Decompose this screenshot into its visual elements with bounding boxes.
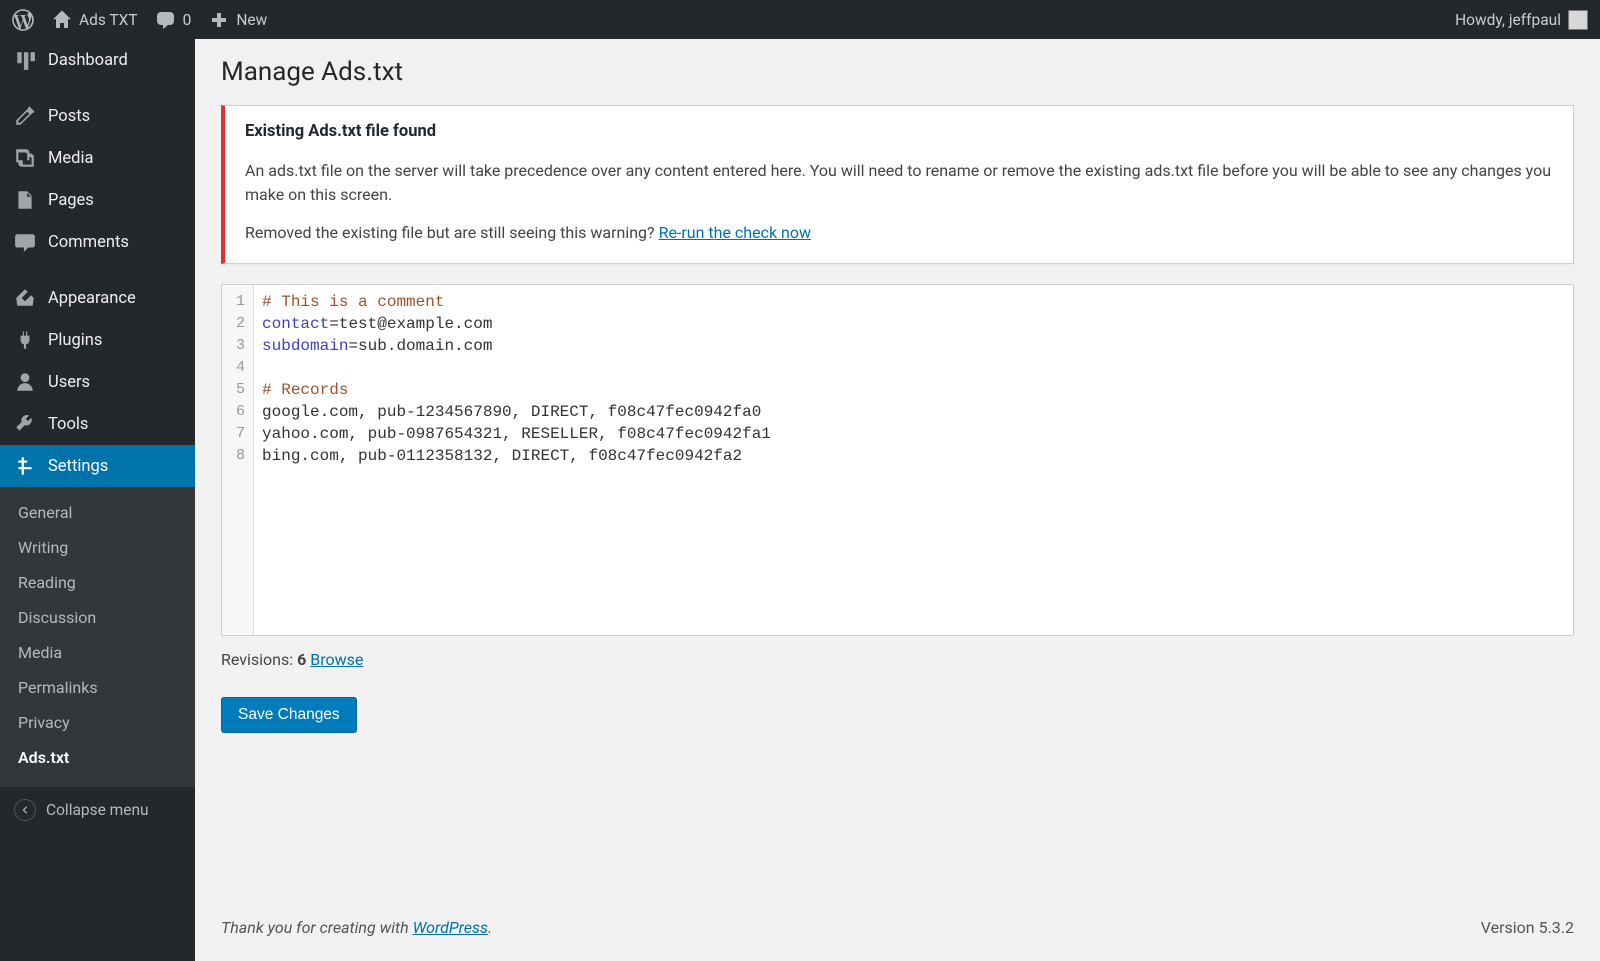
submenu-item[interactable]: Discussion [0, 600, 195, 635]
menu-item-users[interactable]: Users [0, 361, 195, 403]
media-icon [14, 147, 36, 169]
appearance-icon [14, 287, 36, 309]
wpfooter: Thank you for creating with WordPress. V… [195, 900, 1600, 961]
wordpress-icon [12, 9, 34, 31]
settings-icon [14, 455, 36, 477]
menu-label: Pages [48, 191, 94, 210]
collapse-menu[interactable]: Collapse menu [0, 787, 195, 833]
comment-icon [156, 10, 176, 30]
notice-title: Existing Ads.txt file found [245, 120, 1553, 145]
submenu-item[interactable]: Writing [0, 530, 195, 565]
submenu-item[interactable]: Permalinks [0, 670, 195, 705]
dashboard-icon [14, 49, 36, 71]
users-icon [14, 371, 36, 393]
menu-item-comments[interactable]: Comments [0, 221, 195, 263]
menu-item-posts[interactable]: Posts [0, 95, 195, 137]
plus-icon [209, 10, 229, 30]
user-display-name: jeffpaul [1509, 11, 1561, 29]
footer-version: Version 5.3.2 [1481, 918, 1574, 937]
menu-item-appearance[interactable]: Appearance [0, 277, 195, 319]
tools-icon [14, 413, 36, 435]
notice-body: An ads.txt file on the server will take … [245, 159, 1553, 207]
notice-prompt: Removed the existing file but are still … [245, 221, 1553, 245]
menu-item-plugins[interactable]: Plugins [0, 319, 195, 361]
menu-item-tools[interactable]: Tools [0, 403, 195, 445]
code-line: google.com, pub-1234567890, DIRECT, f08c… [262, 401, 1565, 423]
menu-label: Users [48, 373, 90, 392]
pages-icon [14, 189, 36, 211]
menu-item-pages[interactable]: Pages [0, 179, 195, 221]
home-icon [52, 10, 72, 30]
adminbar-right: Howdy, jeffpaul [1455, 10, 1588, 30]
plugins-icon [14, 329, 36, 351]
code-line: subdomain=sub.domain.com [262, 335, 1565, 357]
code-line: contact=test@example.com [262, 313, 1565, 335]
submenu-item[interactable]: Ads.txt [0, 740, 195, 775]
code-line: bing.com, pub-0112358132, DIRECT, f08c47… [262, 445, 1565, 467]
save-button[interactable]: Save Changes [221, 697, 357, 733]
adminbar: Ads TXT 0 New Howdy, jeffpaul [0, 0, 1600, 39]
revisions-row: Revisions: 6 Browse [221, 650, 1574, 669]
submenu-item[interactable]: General [0, 495, 195, 530]
settings-submenu: GeneralWritingReadingDiscussionMediaPerm… [0, 487, 195, 787]
footer-thanks: Thank you for creating with WordPress. [221, 918, 492, 937]
new-content[interactable]: New [209, 10, 267, 30]
menu-label: Media [48, 149, 93, 168]
submenu-item[interactable]: Privacy [0, 705, 195, 740]
comment-count: 0 [183, 11, 192, 29]
rerun-check-link[interactable]: Re-run the check now [659, 223, 811, 242]
site-name: Ads TXT [79, 11, 138, 29]
collapse-label: Collapse menu [46, 801, 149, 819]
menu-item-settings[interactable]: Settings [0, 445, 195, 487]
site-name-link[interactable]: Ads TXT [52, 10, 138, 30]
menu-item-media[interactable]: Media [0, 137, 195, 179]
code-line: yahoo.com, pub-0987654321, RESELLER, f08… [262, 423, 1565, 445]
code-line: # Records [262, 379, 1565, 401]
notice-ads-txt-exists: Existing Ads.txt file found An ads.txt f… [221, 105, 1574, 264]
wp-logo[interactable] [12, 9, 34, 31]
menu-label: Appearance [48, 289, 136, 308]
posts-icon [14, 105, 36, 127]
menu-label: Plugins [48, 331, 102, 350]
collapse-icon [14, 799, 36, 821]
comments-icon [14, 231, 36, 253]
revisions-label: Revisions: [221, 650, 297, 669]
code-line [262, 357, 1565, 379]
comments-link[interactable]: 0 [156, 10, 192, 30]
menu-label: Posts [48, 107, 90, 126]
menu-label: Tools [48, 415, 88, 434]
my-account-link[interactable]: Howdy, jeffpaul [1455, 10, 1588, 30]
line-numbers: 12345678 [222, 285, 254, 635]
howdy-prefix: Howdy, [1455, 11, 1509, 29]
menu-items: Dashboard Posts Media Pages Comments Appearan… [0, 39, 195, 487]
adminbar-left: Ads TXT 0 New [12, 9, 267, 31]
submenu-item[interactable]: Reading [0, 565, 195, 600]
menu-label: Settings [48, 457, 108, 476]
adminmenu: Dashboard Posts Media Pages Comments Appearan… [0, 39, 195, 961]
avatar [1568, 10, 1588, 30]
page-title: Manage Ads.txt [221, 57, 1574, 87]
revisions-count: 6 [297, 650, 306, 669]
revisions-browse-link[interactable]: Browse [310, 650, 363, 669]
wrap: Manage Ads.txt Existing Ads.txt file fou… [195, 39, 1600, 900]
wpcontent: Manage Ads.txt Existing Ads.txt file fou… [195, 0, 1600, 961]
code-line: # This is a comment [262, 291, 1565, 313]
menu-item-dashboard[interactable]: Dashboard [0, 39, 195, 81]
code-editor[interactable]: 12345678 # This is a commentcontact=test… [221, 284, 1574, 636]
menu-label: Dashboard [48, 51, 128, 70]
new-label: New [236, 11, 267, 29]
footer-wordpress-link[interactable]: WordPress [413, 918, 488, 937]
code-content[interactable]: # This is a commentcontact=test@example.… [254, 285, 1573, 635]
submenu-item[interactable]: Media [0, 635, 195, 670]
menu-label: Comments [48, 233, 129, 252]
